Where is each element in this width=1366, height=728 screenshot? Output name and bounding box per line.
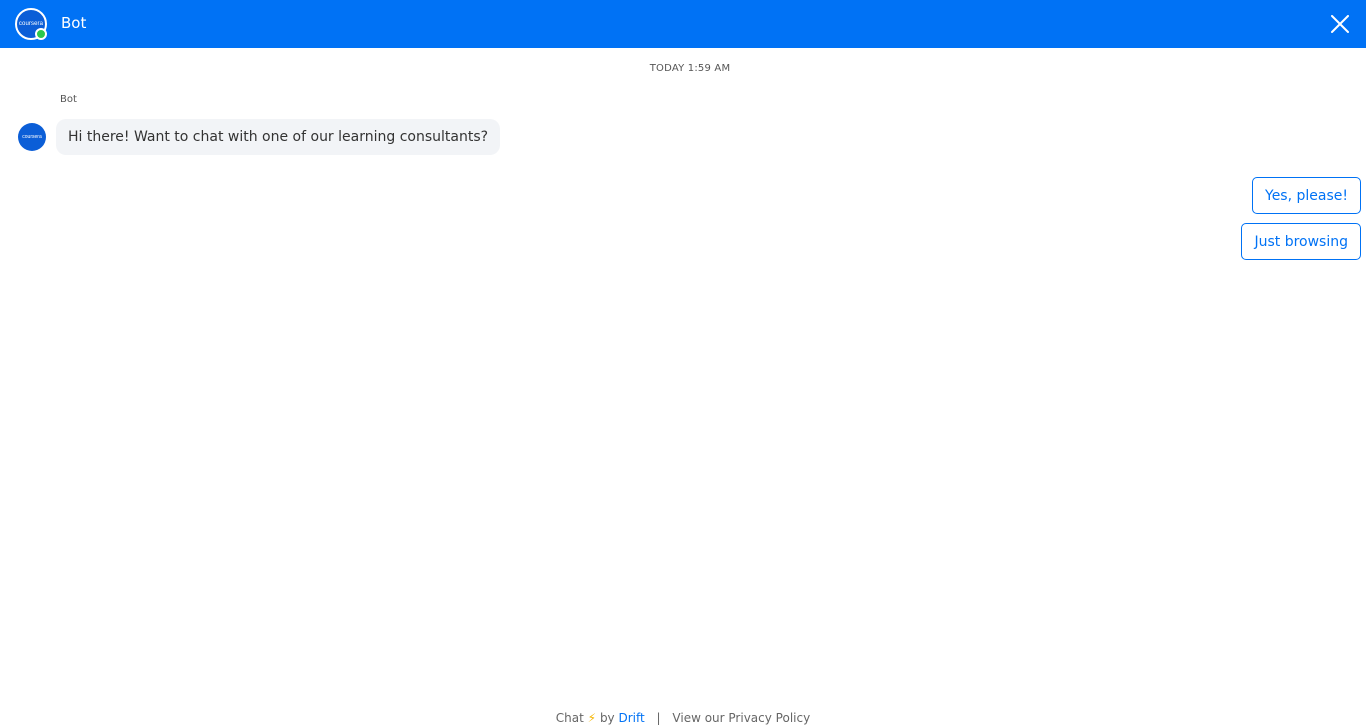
lightning-bolt-icon: ⚡	[587, 711, 597, 725]
quick-reply-just-browsing-button[interactable]: Just browsing	[1241, 223, 1361, 260]
footer-by-label: by	[599, 711, 615, 725]
coursera-logo: coursera	[22, 134, 42, 140]
chat-footer: Chat ⚡ by Drift | View our Privacy Polic…	[0, 711, 1366, 725]
drift-link[interactable]: Drift	[618, 711, 644, 725]
quick-reply-yes-button[interactable]: Yes, please!	[1252, 177, 1361, 214]
footer-separator: |	[656, 711, 661, 725]
chat-header: coursera Bot	[0, 0, 1366, 48]
sender-name: Bot	[60, 94, 77, 105]
privacy-policy-link[interactable]: View our Privacy Policy	[672, 711, 810, 725]
bot-avatar: coursera	[18, 123, 46, 151]
header-title: Bot	[61, 14, 87, 32]
close-button[interactable]	[1328, 12, 1352, 36]
footer-chat-label: Chat	[555, 711, 584, 725]
close-icon	[1331, 15, 1349, 33]
bot-message-bubble: Hi there! Want to chat with one of our l…	[56, 119, 501, 155]
coursera-logo: coursera	[18, 21, 44, 27]
message-timestamp: TODAY 1:59 AM	[649, 63, 731, 74]
online-status-indicator	[35, 28, 47, 40]
bot-message-text: Hi there! Want to chat with one of our l…	[68, 129, 489, 145]
